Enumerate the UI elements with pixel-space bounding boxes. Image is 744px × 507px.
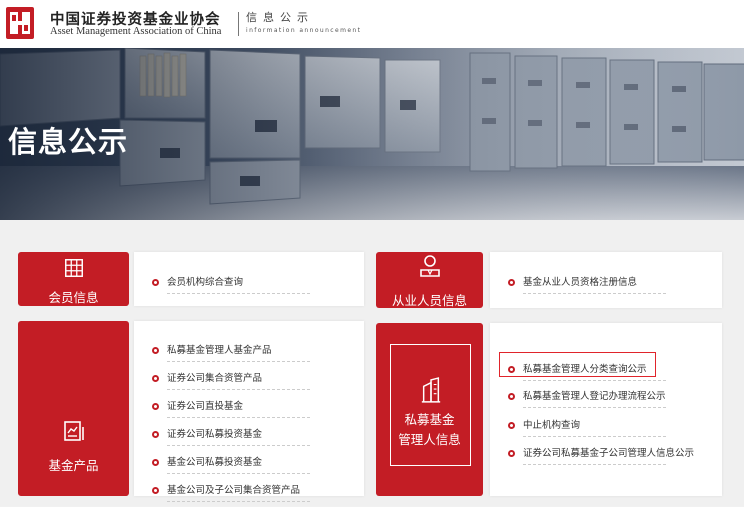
section-title-cn: 信息公示 bbox=[246, 11, 314, 24]
fund-products-tile[interactable]: 基金产品 bbox=[18, 321, 129, 496]
chart-document-icon bbox=[64, 421, 84, 441]
link-securities-pf-subsidiary-info[interactable]: 证券公司私募基金子公司管理人信息公示 bbox=[508, 444, 720, 470]
link-securities-private-funds[interactable]: 证券公司私募投资基金 bbox=[152, 425, 352, 451]
private-fund-manager-label-1: 私募基金 bbox=[404, 412, 455, 427]
private-fund-manager-tile[interactable]: 私募基金 管理人信息 bbox=[376, 323, 483, 496]
link-fund-company-private-funds[interactable]: 基金公司私募投资基金 bbox=[152, 453, 352, 479]
section-title-en: information announcement bbox=[246, 27, 362, 34]
link-suspended-institutions[interactable]: 中止机构查询 bbox=[508, 416, 708, 442]
bullet-icon bbox=[152, 375, 159, 382]
practitioner-info-label: 从业人员信息 bbox=[391, 293, 467, 308]
amac-logo-icon[interactable] bbox=[5, 6, 35, 40]
bullet-icon bbox=[508, 393, 515, 400]
link-pf-manager-products[interactable]: 私募基金管理人基金产品 bbox=[152, 341, 352, 367]
bullet-icon bbox=[152, 431, 159, 438]
member-info-label: 会员信息 bbox=[48, 290, 99, 305]
bullet-icon bbox=[152, 279, 159, 286]
bullet-icon bbox=[152, 403, 159, 410]
building-icon bbox=[65, 259, 83, 277]
member-info-tile[interactable]: 会员信息 bbox=[18, 252, 129, 306]
link-securities-direct-funds[interactable]: 证券公司直投基金 bbox=[152, 397, 352, 423]
bullet-icon bbox=[152, 487, 159, 494]
site-header: 中国证券投资基金业协会 Asset Management Association… bbox=[0, 0, 744, 48]
practitioner-info-tile[interactable]: 从业人员信息 bbox=[376, 252, 483, 308]
link-practitioner-registration[interactable]: 基金从业人员资格注册信息 bbox=[508, 273, 708, 299]
practitioner-info-panel: 基金从业人员资格注册信息 bbox=[490, 252, 722, 308]
link-member-query[interactable]: 会员机构综合查询 bbox=[152, 273, 352, 299]
bullet-icon bbox=[508, 279, 515, 286]
person-icon bbox=[420, 255, 440, 277]
link-fund-company-collective-products[interactable]: 基金公司及子公司集合资管产品 bbox=[152, 481, 352, 507]
banner-title: 信息公示 bbox=[8, 125, 129, 159]
link-pf-manager-registration-process[interactable]: 私募基金管理人登记办理流程公示 bbox=[508, 387, 718, 413]
member-info-panel: 会员机构综合查询 bbox=[134, 252, 364, 306]
bullet-icon bbox=[508, 422, 515, 429]
fund-products-panel: 私募基金管理人基金产品 证券公司集合资管产品 证券公司直投基金 证券公司私募投资… bbox=[134, 321, 364, 502]
bullet-icon bbox=[152, 347, 159, 354]
hero-banner: 信息公示 bbox=[0, 48, 744, 220]
bullet-icon bbox=[152, 459, 159, 466]
bullet-icon bbox=[508, 450, 515, 457]
private-fund-manager-panel: 私募基金管理人分类查询公示 私募基金管理人登记办理流程公示 中止机构查询 证券公… bbox=[490, 323, 722, 496]
header-divider bbox=[238, 12, 239, 36]
highlight-box bbox=[499, 352, 656, 377]
buildings-icon bbox=[421, 377, 441, 403]
org-name-en: Asset Management Association of China bbox=[50, 26, 222, 37]
fund-products-label: 基金产品 bbox=[48, 458, 99, 473]
private-fund-manager-label-2: 管理人信息 bbox=[398, 432, 461, 447]
link-securities-collective-products[interactable]: 证券公司集合资管产品 bbox=[152, 369, 352, 395]
